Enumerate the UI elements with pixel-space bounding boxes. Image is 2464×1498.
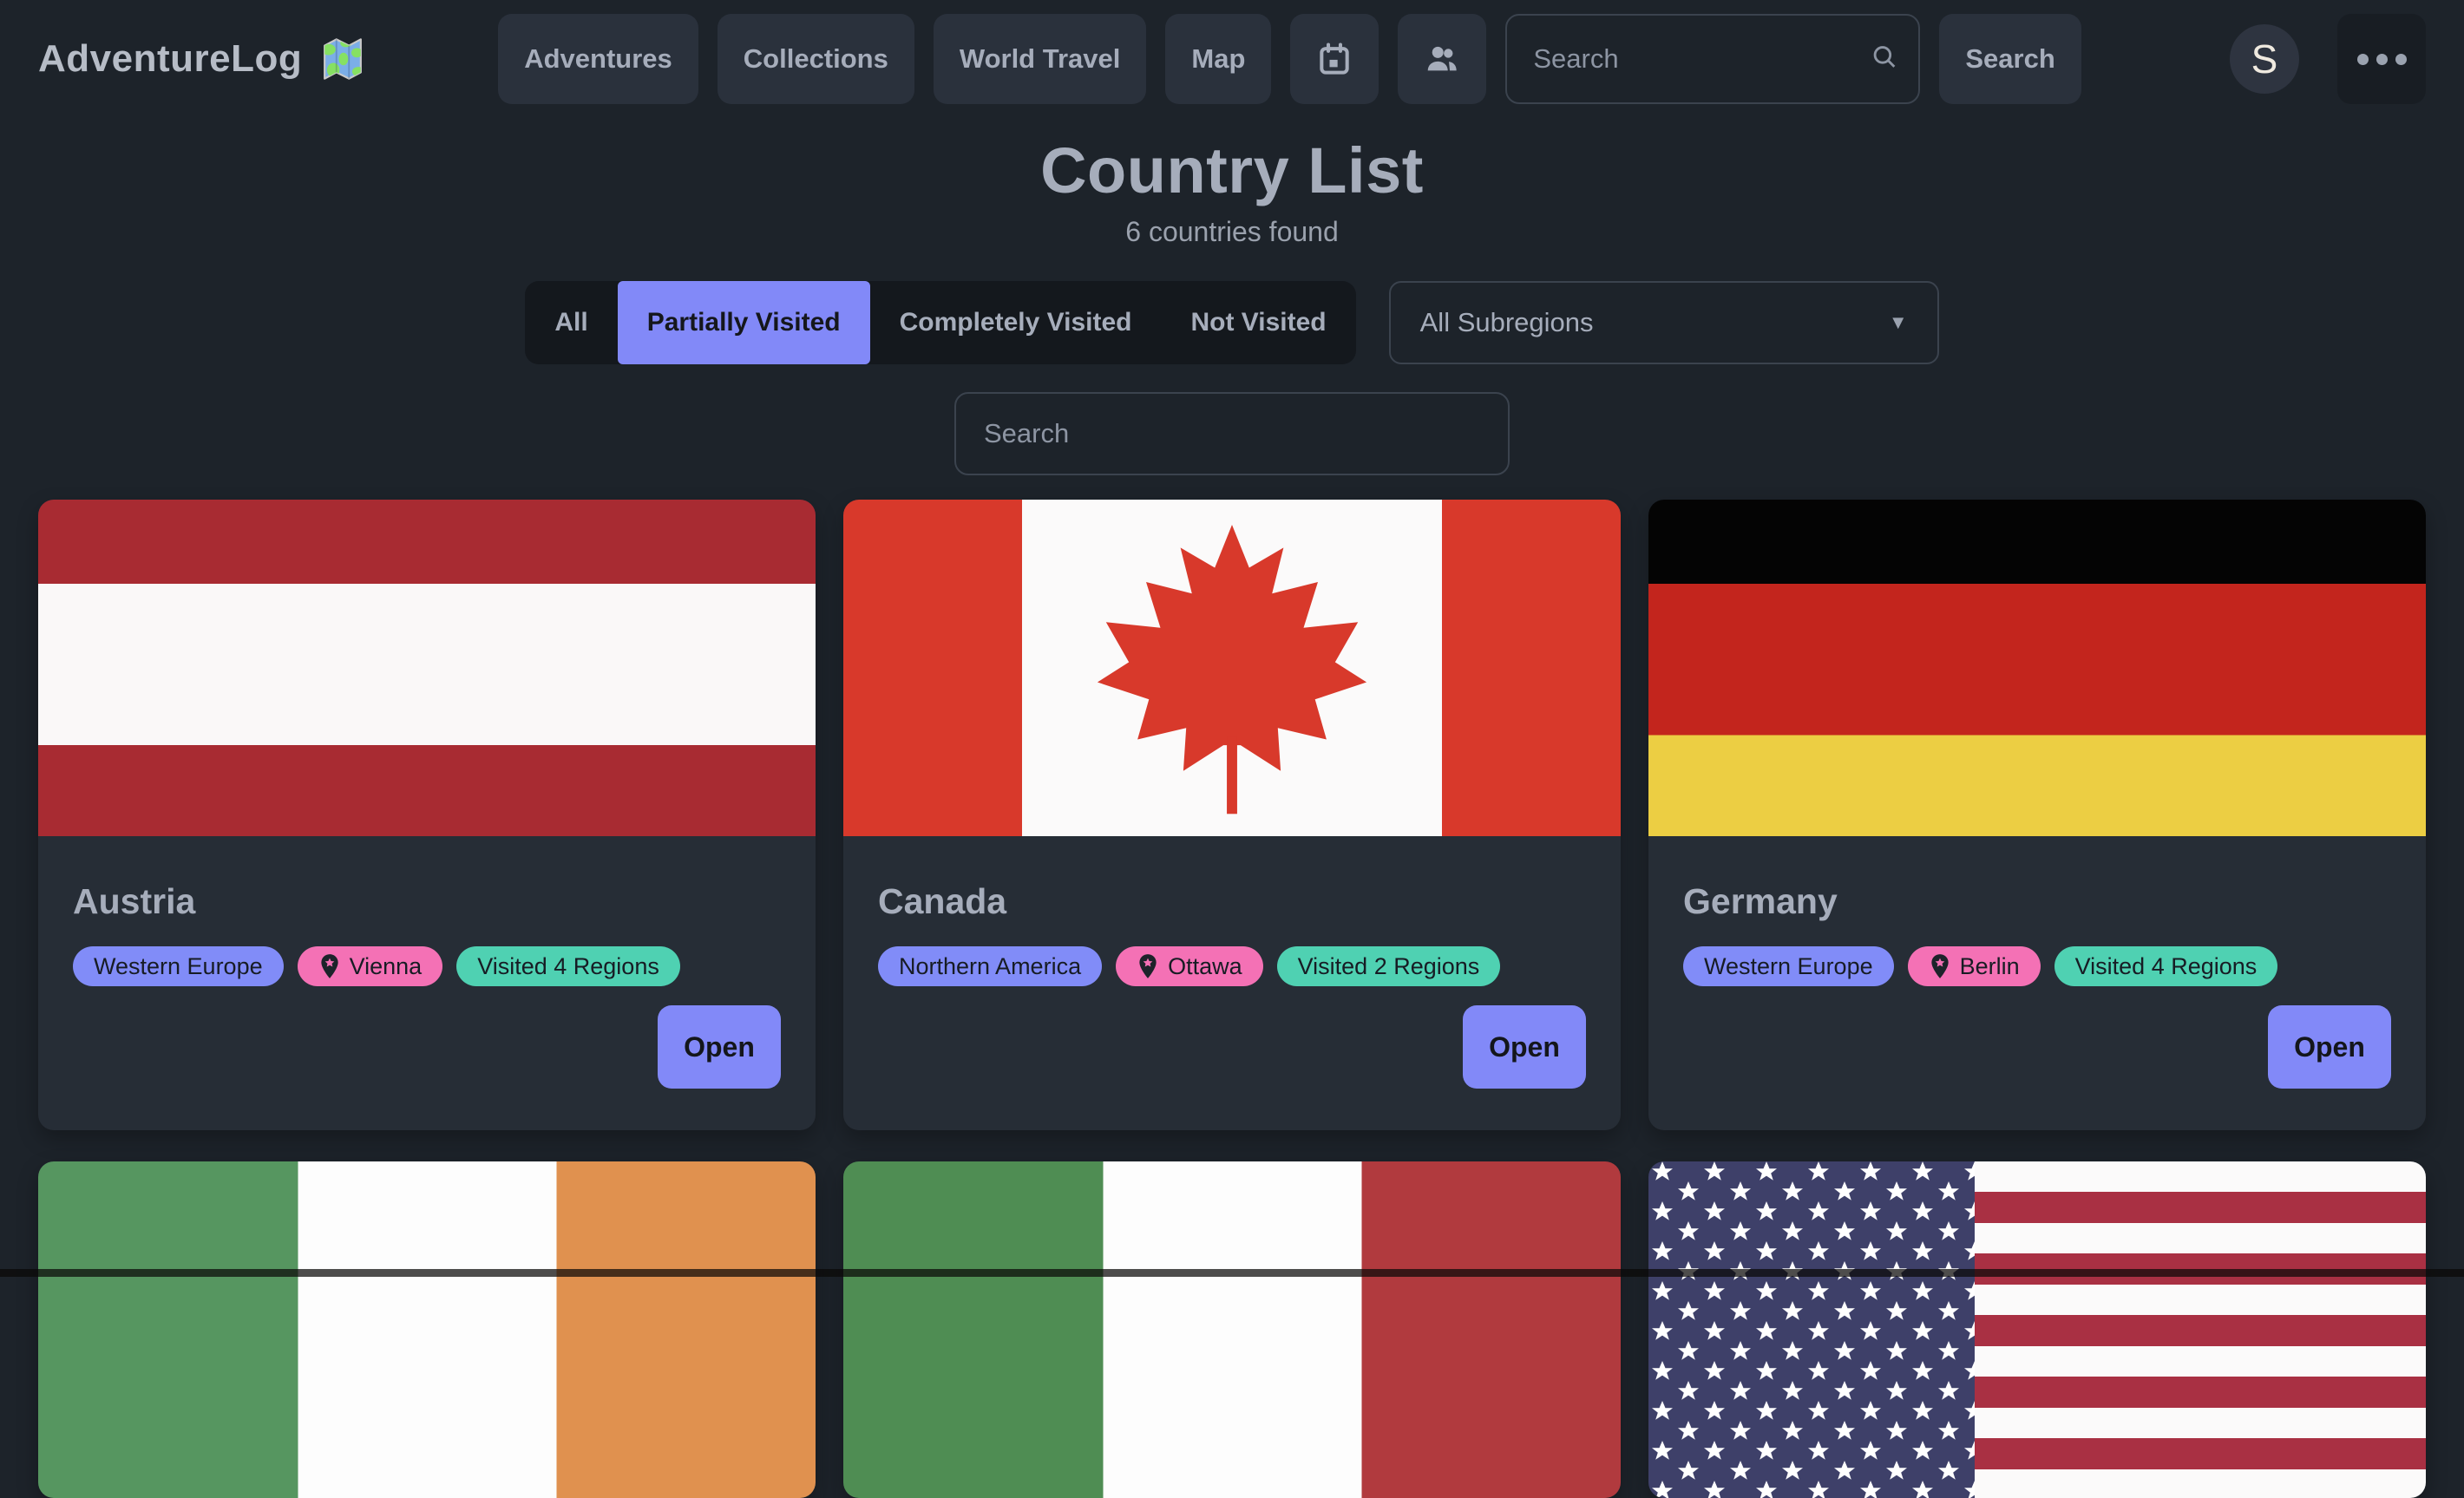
visited-regions-badge: Visited 4 Regions [2054, 946, 2278, 986]
canada-flag [843, 500, 1621, 836]
tab-not-visited[interactable]: Not Visited [1161, 281, 1355, 364]
main-nav: Adventures Collections World Travel Map [498, 14, 1486, 104]
navbar-search [1505, 14, 1920, 104]
capital-name: Vienna [350, 953, 423, 980]
tab-partially-visited[interactable]: Partially Visited [618, 281, 870, 364]
country-card-austria: Austria Western Europe Vienna Visited 4 … [38, 500, 816, 1130]
maple-leaf-icon [1089, 514, 1375, 822]
nav-world-travel[interactable]: World Travel [934, 14, 1147, 104]
app-title: AdventureLog [38, 37, 302, 81]
bottom-edge [0, 1269, 2464, 1277]
capital-badge: Ottawa [1116, 946, 1263, 986]
country-grid: Austria Western Europe Vienna Visited 4 … [0, 500, 2464, 1498]
nav-map[interactable]: Map [1165, 14, 1271, 104]
visited-regions-badge: Visited 2 Regions [1277, 946, 1501, 986]
search-icon [1870, 43, 1899, 76]
navbar: AdventureLog Adventures Collections Worl… [0, 0, 2464, 118]
page-title: Country List [0, 134, 2464, 207]
calendar-icon [1315, 40, 1353, 78]
region-badge: Western Europe [1683, 946, 1894, 986]
users-icon [1422, 39, 1462, 79]
country-card-canada: Canada Northern America Ottawa Visited 2… [843, 500, 1621, 1130]
map-pin-icon [1929, 953, 1951, 979]
calendar-button[interactable] [1290, 14, 1379, 104]
region-badge: Western Europe [73, 946, 284, 986]
open-button[interactable]: Open [658, 1005, 781, 1089]
avatar[interactable]: S [2230, 24, 2299, 94]
capital-badge: Berlin [1908, 946, 2041, 986]
germany-flag [1648, 500, 2426, 836]
filters-row: All Partially Visited Completely Visited… [0, 281, 2464, 364]
more-options-button[interactable] [2337, 14, 2426, 104]
visit-filter-tabs: All Partially Visited Completely Visited… [525, 281, 1355, 364]
capital-badge: Vienna [298, 946, 443, 986]
nav-adventures[interactable]: Adventures [498, 14, 698, 104]
country-name: Canada [878, 881, 1586, 922]
nav-collections[interactable]: Collections [718, 14, 914, 104]
usa-flag [1648, 1161, 2426, 1498]
world-map-icon [318, 34, 368, 84]
users-button[interactable] [1398, 14, 1486, 104]
ireland-flag [38, 1161, 816, 1498]
ellipsis-icon [2357, 54, 2369, 65]
open-button[interactable]: Open [2268, 1005, 2391, 1089]
capital-name: Berlin [1960, 953, 2020, 980]
country-card-partial-3 [1648, 1161, 2426, 1498]
countries-found-count: 6 countries found [0, 216, 2464, 248]
country-search-input[interactable] [954, 392, 1510, 475]
chevron-down-icon: ▼ [1889, 311, 1908, 334]
app-logo[interactable]: AdventureLog [38, 34, 368, 84]
country-card-partial-1 [38, 1161, 816, 1498]
subregion-selected-value: All Subregions [1420, 307, 1594, 338]
visited-regions-badge: Visited 4 Regions [456, 946, 680, 986]
navbar-search-input[interactable] [1505, 14, 1920, 104]
country-card-partial-2 [843, 1161, 1621, 1498]
capital-name: Ottawa [1168, 953, 1242, 980]
navbar-search-button[interactable]: Search [1939, 14, 2081, 104]
tab-all[interactable]: All [525, 281, 617, 364]
italy-flag [843, 1161, 1621, 1498]
open-button[interactable]: Open [1463, 1005, 1586, 1089]
tab-completely-visited[interactable]: Completely Visited [870, 281, 1162, 364]
region-badge: Northern America [878, 946, 1102, 986]
austria-flag [38, 500, 816, 836]
country-name: Austria [73, 881, 781, 922]
subregion-select[interactable]: All Subregions ▼ [1389, 281, 1939, 364]
country-card-germany: Germany Western Europe Berlin Visited 4 … [1648, 500, 2426, 1130]
country-name: Germany [1683, 881, 2391, 922]
map-pin-icon [1137, 953, 1159, 979]
map-pin-icon [318, 953, 341, 979]
